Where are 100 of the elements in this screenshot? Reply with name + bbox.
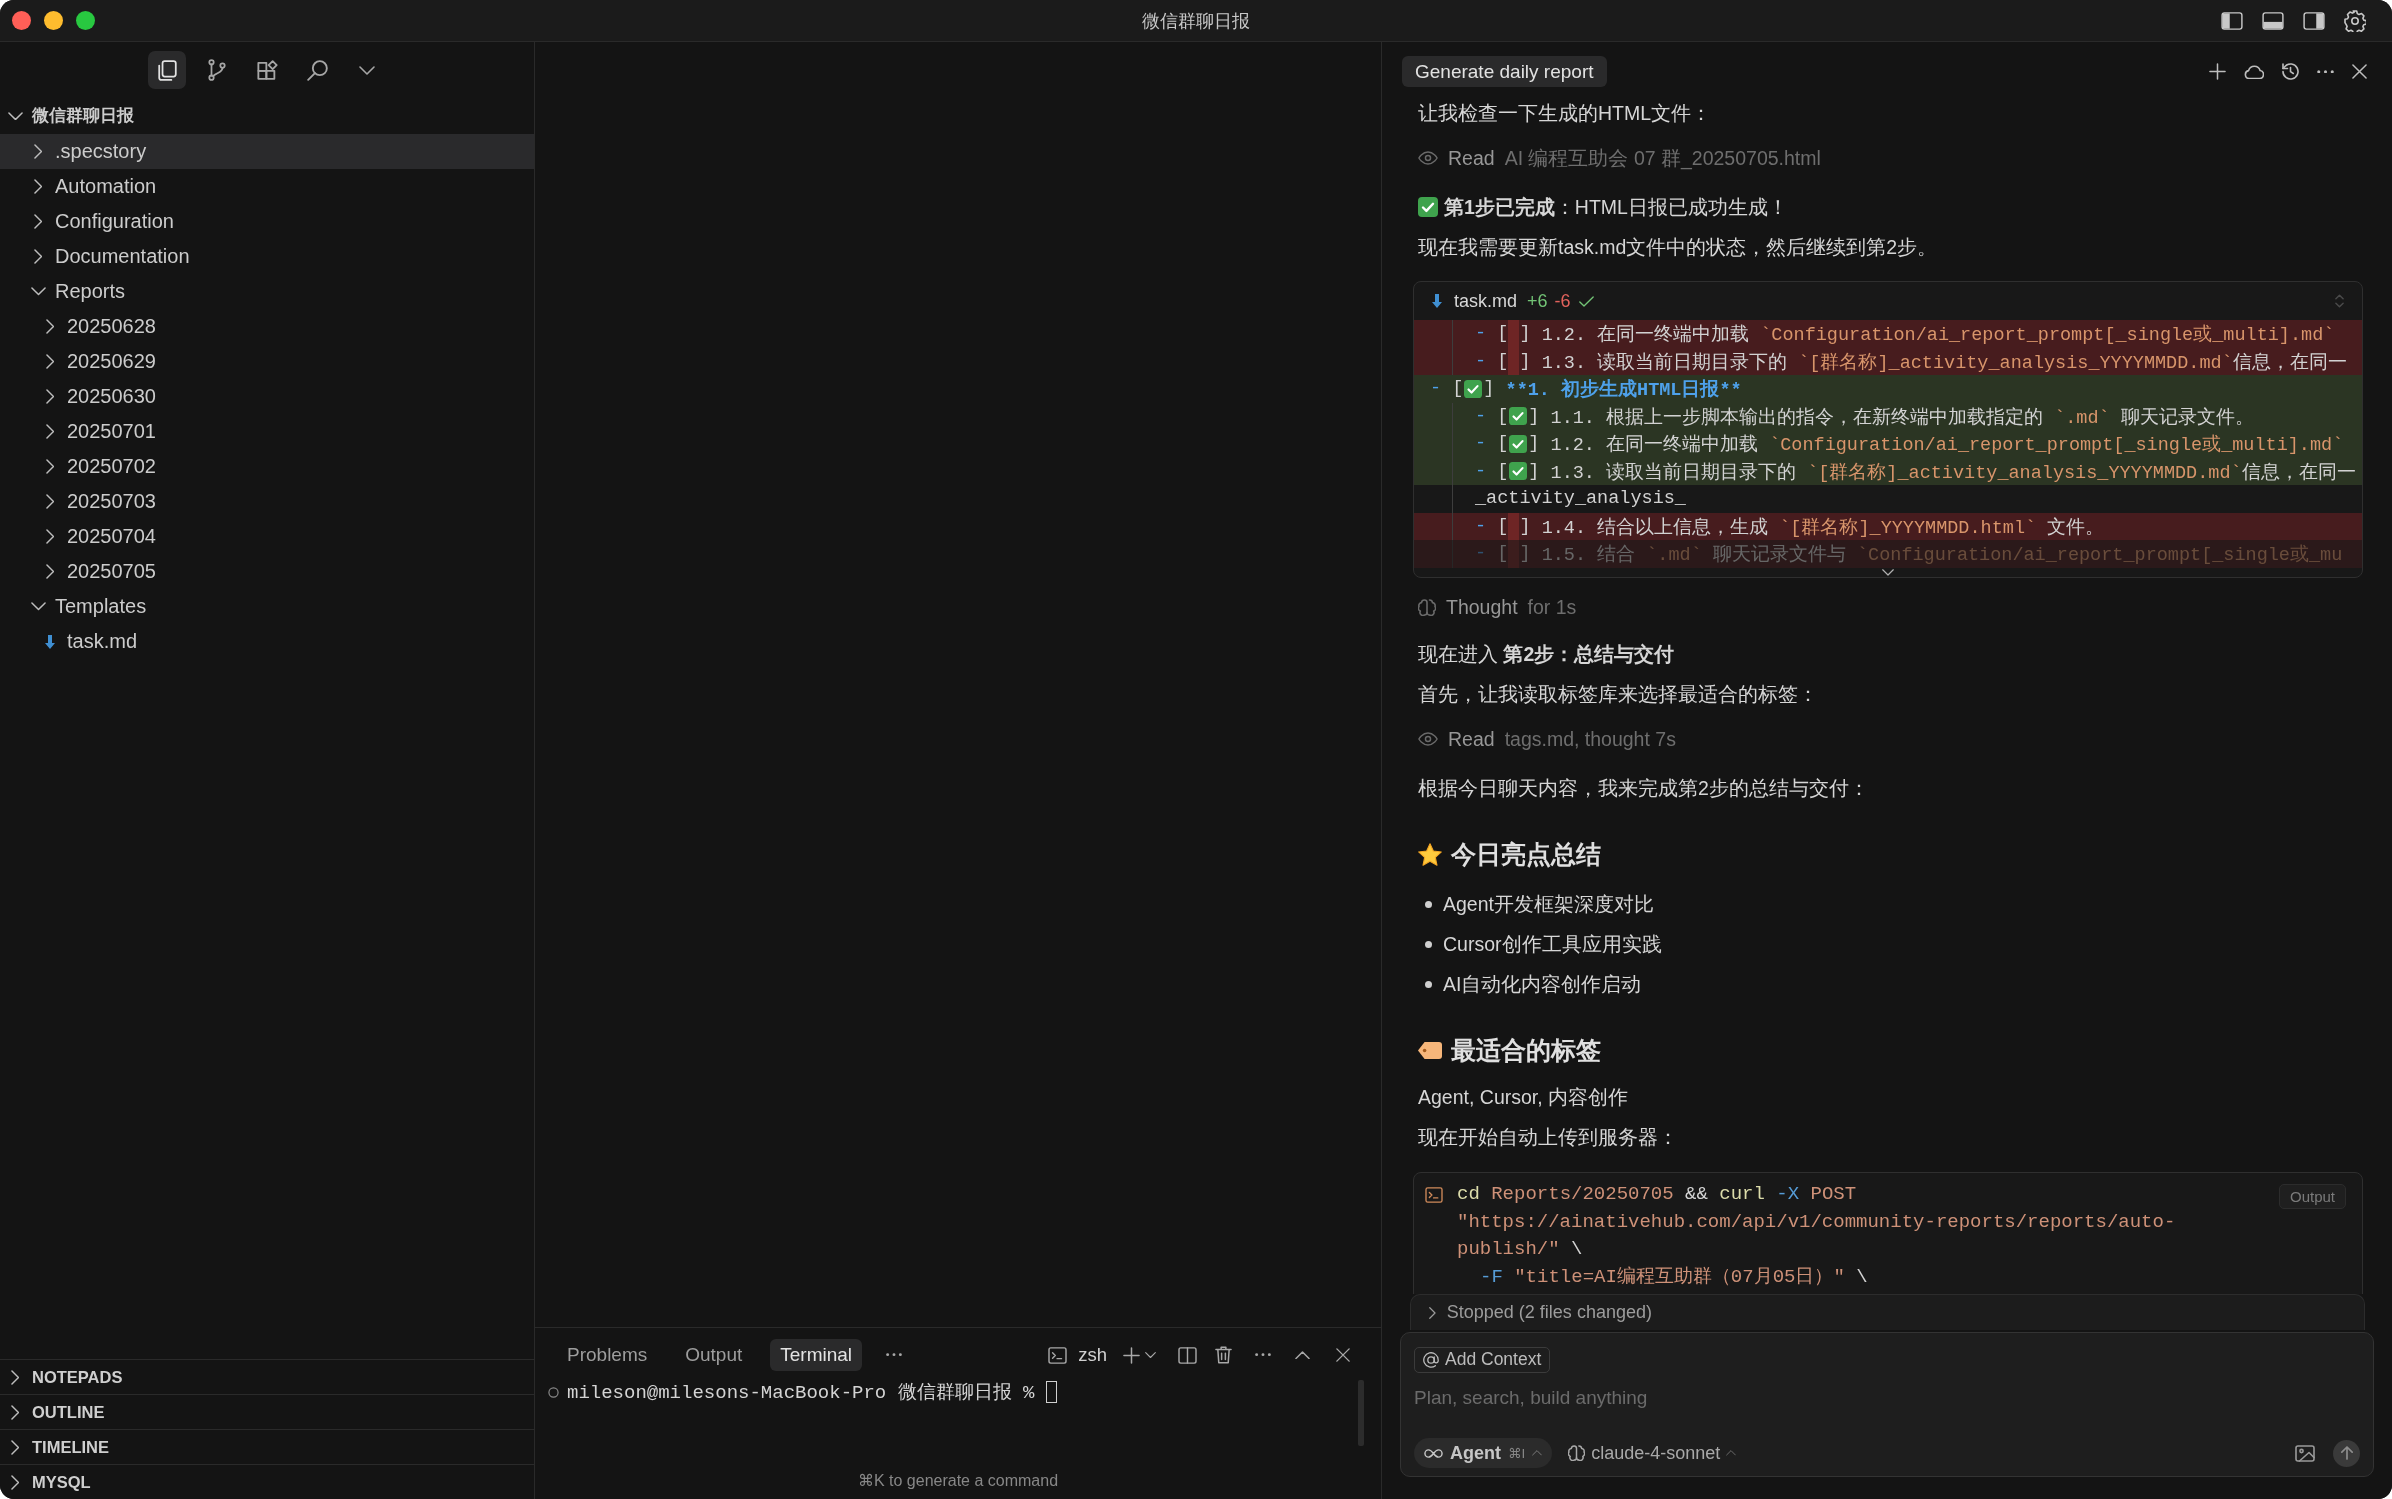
message-text: 首先，让我读取标签库来选择最适合的标签： [1418, 682, 1819, 707]
panel-tab[interactable]: Terminal [770, 1339, 863, 1371]
zoom-window-button[interactable] [76, 11, 95, 30]
tree-item[interactable]: 20250703 [0, 484, 534, 519]
workspace-header[interactable]: 微信群聊日报 [0, 98, 534, 134]
history-icon[interactable] [2282, 63, 2299, 80]
chevron-down-icon[interactable] [1882, 568, 1894, 576]
right-panel-icon[interactable] [2303, 11, 2325, 30]
eye-icon [1418, 732, 1438, 746]
stopped-summary[interactable]: Stopped (2 files changed) [1410, 1294, 2365, 1330]
list-marker: - [ [1475, 515, 1509, 537]
chevron-up-icon [1532, 1450, 1543, 1456]
chat-tab[interactable]: Generate daily report [1402, 56, 1607, 87]
list-marker: - [ [1475, 405, 1509, 427]
tree-item[interactable]: 20250704 [0, 519, 534, 554]
terminal-prompt: mileson@milesons-MacBook-Pro 微信群聊日报 % [567, 1381, 1035, 1405]
section-heading: 今日亮点总结 [1451, 838, 1601, 870]
list-marker: ] [1519, 515, 1531, 537]
thought-label[interactable]: Thought [1446, 595, 1518, 619]
list-marker: - [ [1475, 323, 1509, 345]
more-icon[interactable] [886, 1353, 903, 1357]
tool-target[interactable]: AI 编程互助会 07 群_20250705.html [1504, 144, 1821, 172]
terminal-icon[interactable] [1048, 1346, 1068, 1364]
view-tab[interactable] [148, 51, 186, 89]
split-icon[interactable] [1178, 1346, 1197, 1364]
panel-tab[interactable]: Output [675, 1339, 753, 1371]
tree-item[interactable]: .specstory [0, 134, 534, 169]
image-icon[interactable] [2295, 1444, 2315, 1462]
chevron-right-icon [1429, 1306, 1436, 1319]
bottom-panel-icon[interactable] [2262, 11, 2284, 30]
message-text: 让我检查一下生成的HTML文件： [1418, 101, 1713, 126]
trash-icon[interactable] [1215, 1346, 1232, 1364]
more-icon[interactable] [2317, 69, 2334, 74]
tree-item[interactable]: 20250628 [0, 309, 534, 344]
list-marker: ] [1483, 378, 1495, 400]
send-button[interactable] [2333, 1439, 2360, 1467]
sidebar-section-header[interactable]: NOTEPADS [0, 1359, 534, 1394]
diff-text: 1.1. 根据上一步脚本输出的指令，在新终端中加载指定的 `.md` 聊天记录文件。 [1550, 406, 2254, 429]
arrow-down-icon [45, 634, 55, 649]
tree-item[interactable]: Templates [0, 589, 534, 624]
bullet-icon [1425, 900, 1432, 908]
tree-item[interactable]: Automation [0, 169, 534, 204]
settings-icon[interactable] [2344, 9, 2366, 32]
tree-item[interactable]: Documentation [0, 239, 534, 274]
plus-icon[interactable] [1123, 1346, 1140, 1364]
list-item-text: Cursor创作工具应用实践 [1443, 931, 1662, 957]
bullet-icon [1425, 940, 1432, 948]
search-icon [306, 59, 328, 81]
diff-text: 1.3. 读取当前日期目录下的 `[群名称]_activity_analysis_YYYYMMDD.md`信息，在同一 [1550, 461, 2356, 484]
close-window-button[interactable] [12, 11, 31, 30]
more-icon[interactable] [1255, 1353, 1271, 1357]
list-item-text: Agent开发框架深度对比 [1443, 891, 1654, 917]
tree-item[interactable]: 20250629 [0, 344, 534, 379]
chat-input[interactable]: Plan, search, build anything [1414, 1382, 2360, 1413]
chevron-down-icon[interactable] [359, 65, 375, 75]
removed-count: -6 [1554, 290, 1571, 312]
list-marker: - [ [1430, 378, 1464, 400]
tree-item[interactable]: 20250705 [0, 554, 534, 589]
tree-item[interactable]: Reports [0, 274, 534, 309]
list-marker: - [ [1475, 543, 1509, 565]
sidebar-section-header[interactable]: TIMELINE [0, 1429, 534, 1464]
code-line: "https://ainativehub.com/api/v1/community-reports/reports/auto- [1457, 1209, 2177, 1235]
scrollbar[interactable] [1358, 1380, 1364, 1446]
close-icon[interactable] [1336, 1348, 1350, 1362]
chevron-up-icon[interactable] [1295, 1350, 1310, 1360]
list-item-text: AI自动化内容创作启动 [1443, 971, 1642, 997]
output-button[interactable]: Output [2278, 1184, 2346, 1209]
tree-item[interactable]: 20250701 [0, 414, 534, 449]
cursor-block-icon [1046, 1381, 1058, 1403]
chevron-down-icon[interactable] [1145, 1351, 1156, 1359]
tree-item[interactable]: 20250702 [0, 449, 534, 484]
code-line: -F "title=AI编程互助群（07月05日）" \ [1479, 1264, 1869, 1290]
arrow-down-icon [1432, 294, 1442, 308]
tree-item[interactable]: task.md [0, 624, 534, 659]
cloud-icon[interactable] [2244, 63, 2264, 80]
shell-name[interactable]: zsh [1078, 1344, 1107, 1366]
code-line: cd Reports/20250705 && curl -X POST [1457, 1182, 1858, 1207]
star-icon [1418, 842, 1442, 866]
minimize-window-button[interactable] [44, 11, 63, 30]
brain-icon [1568, 1445, 1586, 1462]
sidebar-section-header[interactable]: MYSQL [0, 1464, 534, 1499]
sidebar-section-header[interactable]: OUTLINE [0, 1394, 534, 1429]
mode-selector[interactable]: Agent ⌘I [1414, 1438, 1553, 1469]
plus-icon[interactable] [2209, 63, 2226, 80]
tree-item[interactable]: Configuration [0, 204, 534, 239]
add-context-button[interactable]: Add Context [1414, 1347, 1551, 1373]
tool-target[interactable]: tags.md, thought 7s [1504, 727, 1676, 751]
status-circle-icon [548, 1386, 559, 1398]
brain-icon [1418, 598, 1436, 616]
file-name[interactable]: task.md [1454, 290, 1518, 312]
left-panel-icon[interactable] [2221, 11, 2243, 30]
at-icon [1423, 1351, 1439, 1368]
message-text: 现在进入 第2步：总结与交付 [1418, 642, 1676, 667]
diff-text: 1.5. 结合 `.md` 聊天记录文件与 `Configuration/ai_report_prompt[_single或_mu [1541, 543, 2343, 567]
diff-text: 1.2. 在同一终端中加载 `Configuration/ai_report_prompt[_single或_multi].md` [1541, 323, 2335, 347]
code-line: publish/" \ [1457, 1237, 1584, 1262]
panel-tab[interactable]: Problems [557, 1339, 658, 1371]
close-icon[interactable] [2352, 64, 2367, 79]
tree-item[interactable]: 20250630 [0, 379, 534, 414]
model-selector[interactable]: claude-4-sonnet [1568, 1442, 1737, 1464]
